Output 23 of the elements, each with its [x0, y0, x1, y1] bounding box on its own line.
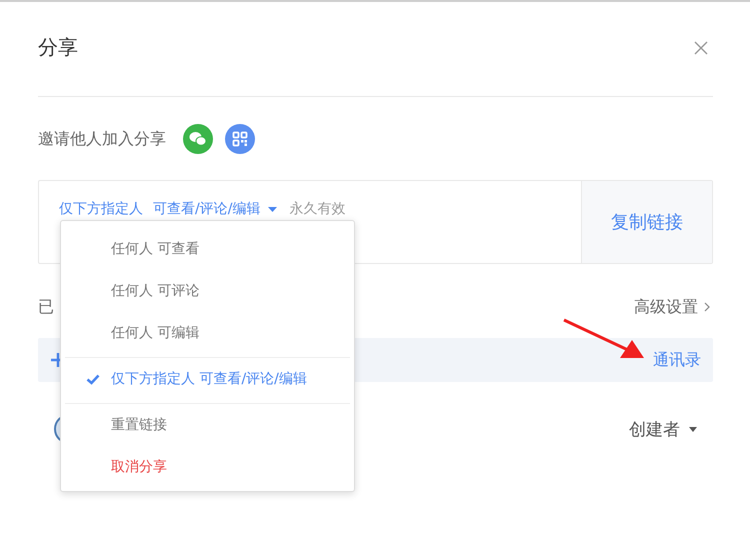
- permission-dropdown[interactable]: 可查看/评论/编辑: [153, 200, 260, 218]
- dialog-title: 分享: [38, 34, 78, 61]
- role-dropdown[interactable]: 创建者: [629, 418, 680, 440]
- qr-code-icon[interactable]: [225, 124, 255, 154]
- expiry-label: 永久有效: [289, 200, 346, 218]
- members-heading: 已: [38, 296, 54, 318]
- menu-item[interactable]: 取消分享: [61, 446, 354, 488]
- menu-item[interactable]: 任何人 可查看: [61, 228, 354, 270]
- chat-bubbles-icon[interactable]: [183, 124, 213, 154]
- menu-item[interactable]: 仅下方指定人 可查看/评论/编辑: [65, 357, 350, 400]
- menu-item[interactable]: 任何人 可评论: [61, 270, 354, 312]
- copy-link-button[interactable]: 复制链接: [581, 181, 712, 263]
- chevron-right-icon[interactable]: [704, 302, 710, 312]
- menu-item[interactable]: 重置链接: [65, 403, 350, 446]
- menu-item[interactable]: 任何人 可编辑: [61, 312, 354, 354]
- caret-icon[interactable]: [268, 206, 278, 212]
- scope-dropdown[interactable]: 仅下方指定人: [59, 200, 143, 218]
- invite-label: 邀请他人加入分享: [38, 128, 166, 150]
- contacts-link[interactable]: 通讯录: [653, 350, 701, 370]
- advanced-settings-link[interactable]: 高级设置: [634, 296, 698, 318]
- caret-icon[interactable]: [689, 426, 697, 432]
- close-icon[interactable]: [694, 40, 708, 54]
- checkmark-icon: [86, 374, 100, 385]
